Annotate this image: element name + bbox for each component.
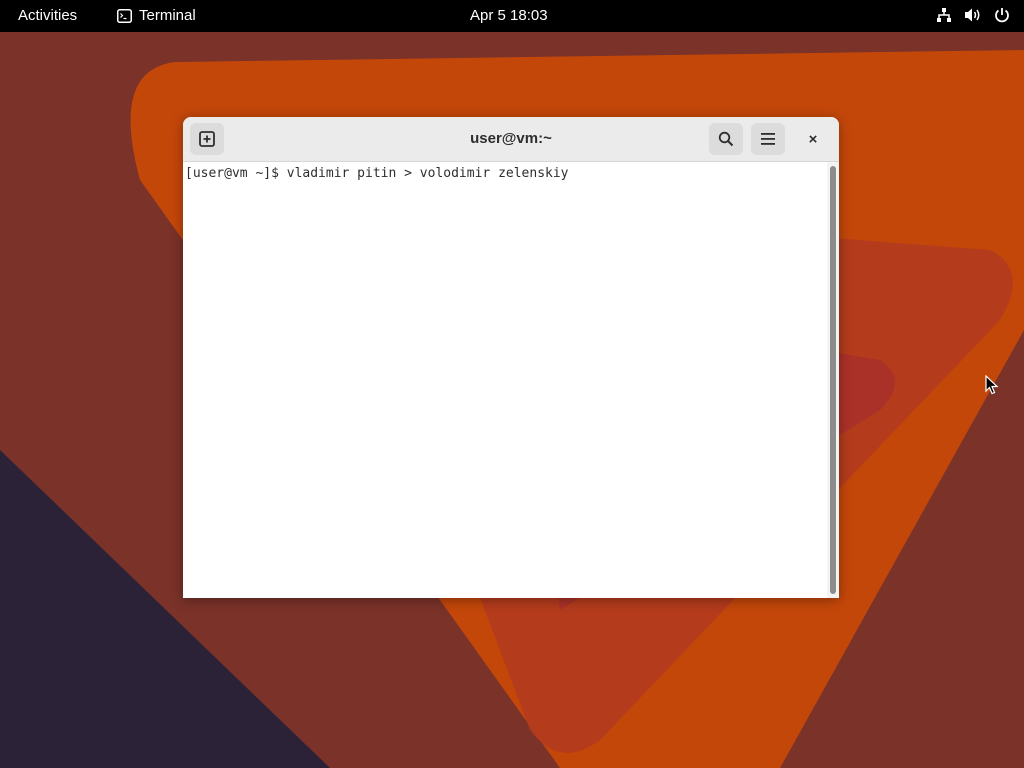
system-status-menu[interactable]	[936, 7, 1010, 23]
close-button[interactable]: ×	[802, 128, 824, 150]
scrollbar[interactable]	[827, 162, 839, 598]
app-menu-button[interactable]: Terminal	[117, 7, 196, 24]
power-icon	[995, 8, 1009, 23]
app-menu-label: Terminal	[139, 7, 196, 24]
top-bar: Activities Terminal Apr 5 18:03	[0, 0, 1024, 32]
mouse-pointer-icon	[985, 375, 999, 395]
window-headerbar[interactable]: user@vm:~ ×	[183, 117, 839, 162]
main-menu-button[interactable]	[751, 123, 785, 155]
search-button[interactable]	[709, 123, 743, 155]
close-icon: ×	[808, 130, 818, 148]
activities-button[interactable]: Activities	[18, 7, 77, 24]
scrollbar-thumb[interactable]	[830, 166, 836, 594]
network-icon	[937, 8, 951, 22]
terminal-output[interactable]: [user@vm ~]$ vladimir pitin > volodimir …	[183, 162, 827, 598]
clock[interactable]: Apr 5 18:03	[470, 7, 548, 24]
terminal-icon	[117, 8, 132, 23]
terminal-line: [user@vm ~]$ vladimir pitin > volodimir …	[185, 166, 569, 181]
search-icon	[718, 131, 734, 147]
terminal-window: user@vm:~ × [user@vm ~]$ vladimir pitin …	[183, 117, 839, 598]
hamburger-menu-icon	[761, 133, 775, 145]
volume-icon	[965, 8, 980, 22]
